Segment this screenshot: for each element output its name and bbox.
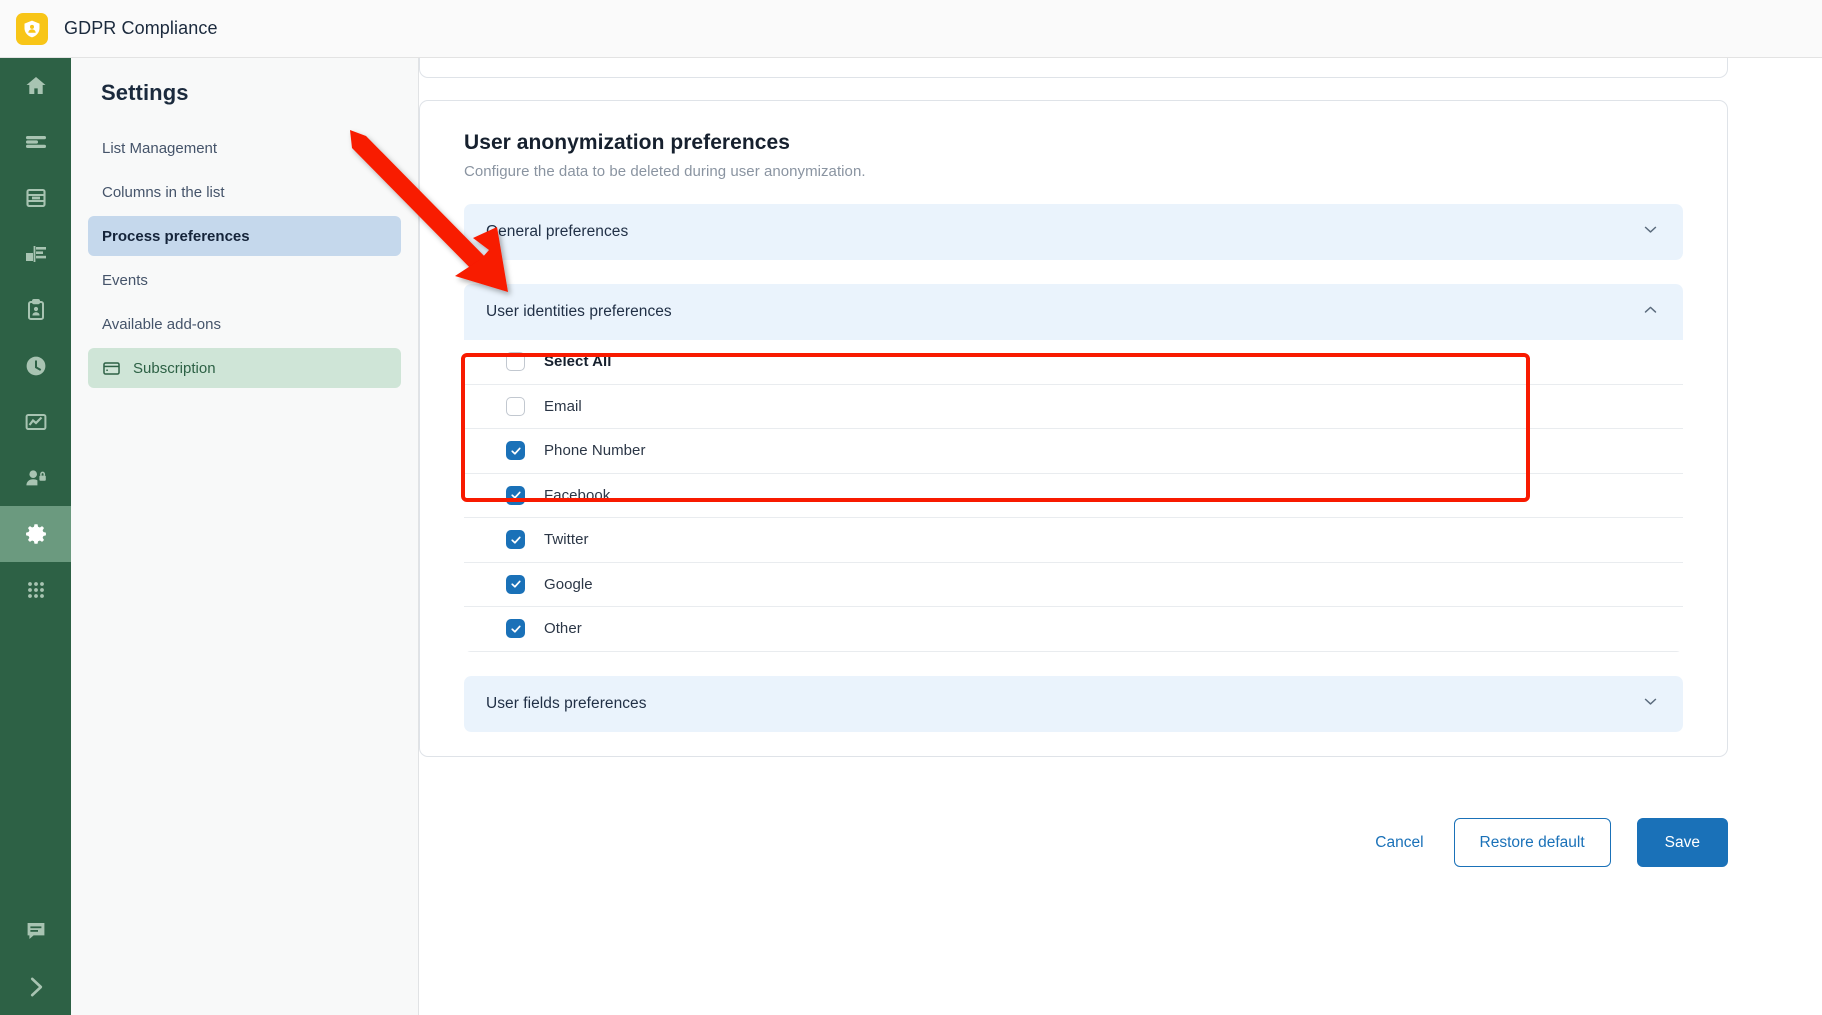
option-row-phone-number[interactable]: Phone Number [464,429,1683,474]
option-label: Facebook [544,486,611,504]
previous-section-card-partial [419,58,1728,78]
accordion-header-user-fields-preferences[interactable]: User fields preferences [464,675,1683,732]
nav-trend-chart-icon[interactable] [0,394,71,450]
option-label: Twitter [544,531,589,549]
checkbox-select-all[interactable] [506,352,525,372]
checkbox-other[interactable] [506,619,525,639]
settings-item-process-preferences[interactable]: Process preferences [88,216,401,256]
nav-database-icon[interactable] [0,170,71,226]
nav-home-icon[interactable] [0,58,71,114]
nav-gear-icon[interactable] [0,506,71,562]
settings-item-events[interactable]: Events [88,260,401,300]
settings-item-label: Subscription [133,359,216,377]
settings-item-label: Columns in the list [102,183,225,201]
option-label: Email [544,397,582,415]
accordion-general-preferences: General preferences [464,204,1683,260]
checkbox-email[interactable] [506,396,525,416]
app-title: GDPR Compliance [64,18,218,38]
accordion-label: General preferences [486,223,629,240]
nav-expand-chevron-right-icon[interactable] [0,959,71,1015]
nav-chat-icon[interactable] [0,903,71,959]
accordion-header-general-preferences[interactable]: General preferences [464,204,1683,260]
user-anonymization-card: User anonymization preferences Configure… [419,100,1728,757]
app-header: GDPR Compliance [0,0,1822,58]
nav-chart-bar-icon[interactable] [0,226,71,282]
settings-panel: Settings List Management Columns in the … [71,58,419,1015]
nav-clipboard-user-icon[interactable] [0,282,71,338]
option-label: Google [544,575,593,593]
credit-card-icon [102,359,121,378]
user-identities-options-list: Select All Email Phone Number Facebook T… [464,340,1683,652]
settings-item-label: Process preferences [102,227,250,245]
nav-user-lock-icon[interactable] [0,450,71,506]
accordion-header-user-identities-preferences[interactable]: User identities preferences [464,284,1683,340]
settings-item-available-add-ons[interactable]: Available add-ons [88,304,401,344]
main-content: User anonymization preferences Configure… [419,58,1822,1015]
settings-item-label: Available add-ons [102,315,221,333]
settings-item-label: Events [102,271,148,289]
page-subtitle: Configure the data to be deleted during … [464,163,866,180]
option-row-other[interactable]: Other [464,607,1683,652]
option-row-select-all[interactable]: Select All [464,340,1683,385]
option-row-facebook[interactable]: Facebook [464,474,1683,518]
chevron-up-icon[interactable] [1642,301,1659,323]
settings-item-label: List Management [102,139,218,157]
cancel-button[interactable]: Cancel [1371,828,1427,858]
checkbox-phone-number[interactable] [506,441,525,461]
restore-default-button[interactable]: Restore default [1453,818,1611,867]
page-title: User anonymization preferences [464,131,790,154]
option-label: Phone Number [544,442,646,460]
accordion-label: User fields preferences [486,694,647,712]
footer-actions: Cancel Restore default Save [419,818,1728,867]
shield-user-icon [16,12,48,45]
checkbox-facebook[interactable] [506,485,525,505]
settings-item-columns-in-the-list[interactable]: Columns in the list [88,172,401,212]
chevron-down-icon[interactable] [1642,693,1659,715]
rail-spacer [0,618,71,903]
accordion-user-identities-preferences: User identities preferences Select All E… [464,284,1683,652]
settings-item-list-management[interactable]: List Management [88,128,401,168]
accordion-user-fields-preferences: User fields preferences [464,675,1683,732]
left-nav-rail [0,58,71,1015]
nav-list-lines-icon[interactable] [0,114,71,170]
checkbox-google[interactable] [506,574,525,594]
option-row-twitter[interactable]: Twitter [464,518,1683,563]
checkbox-twitter[interactable] [506,530,525,550]
chevron-down-icon[interactable] [1642,221,1659,243]
option-label: Select All [544,353,612,371]
settings-heading: Settings [101,80,189,105]
settings-item-subscription[interactable]: Subscription [88,348,401,388]
nav-clock-icon[interactable] [0,338,71,394]
option-label: Other [544,620,582,638]
accordion-label: User identities preferences [486,303,672,320]
save-button[interactable]: Save [1636,818,1728,867]
nav-grid-dots-icon[interactable] [0,562,71,618]
option-row-email[interactable]: Email [464,385,1683,429]
settings-menu: List Management Columns in the list Proc… [71,128,418,388]
option-row-google[interactable]: Google [464,563,1683,607]
